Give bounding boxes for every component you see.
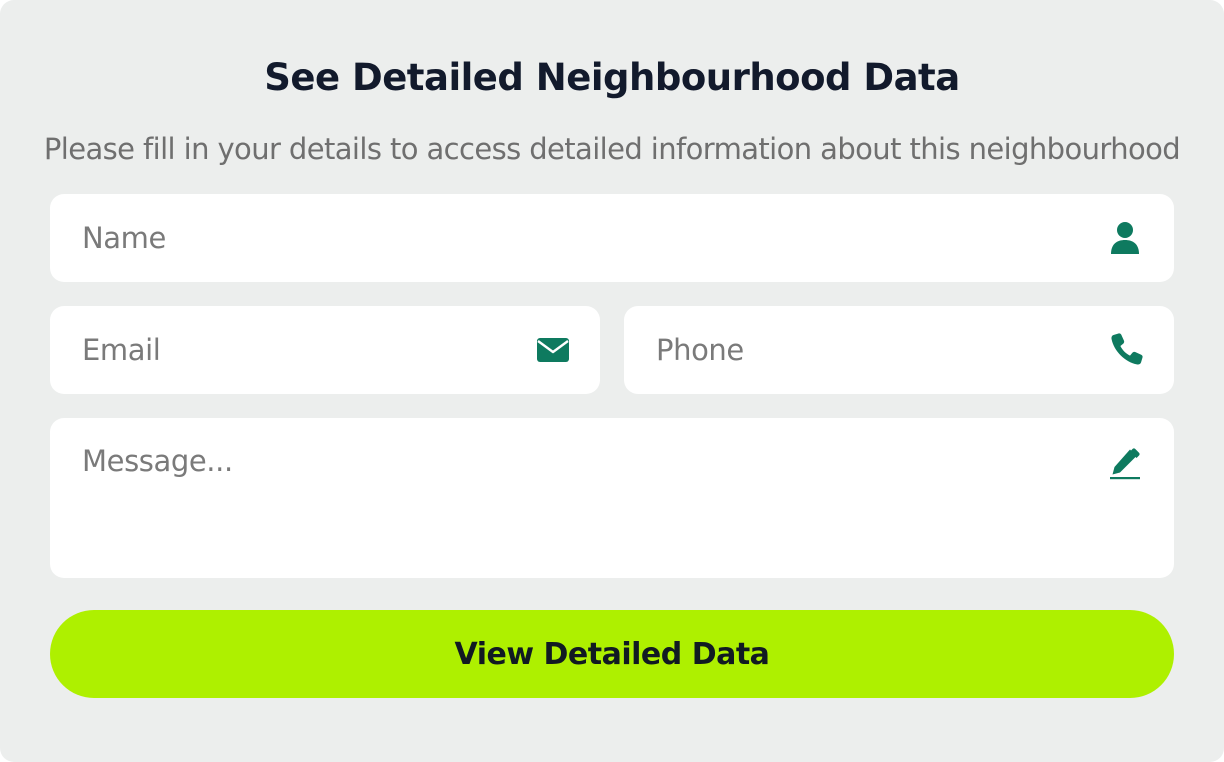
form-title: See Detailed Neighbourhood Data	[264, 56, 960, 99]
form-subtitle: Please fill in your details to access de…	[43, 132, 1181, 166]
pencil-icon	[1108, 446, 1142, 480]
message-field[interactable]	[50, 418, 1174, 578]
message-input[interactable]	[82, 444, 1082, 554]
view-detailed-data-button[interactable]: View Detailed Data	[50, 610, 1174, 698]
envelope-icon	[536, 333, 570, 367]
phone-field[interactable]	[624, 306, 1174, 394]
lead-form-card: See Detailed Neighbourhood Data Please f…	[0, 0, 1224, 762]
email-field[interactable]	[50, 306, 600, 394]
phone-icon	[1110, 332, 1144, 366]
email-input[interactable]	[82, 330, 512, 370]
user-icon	[1108, 221, 1142, 255]
name-field[interactable]	[50, 194, 1174, 282]
phone-input[interactable]	[656, 330, 1086, 370]
name-input[interactable]	[82, 218, 1082, 258]
